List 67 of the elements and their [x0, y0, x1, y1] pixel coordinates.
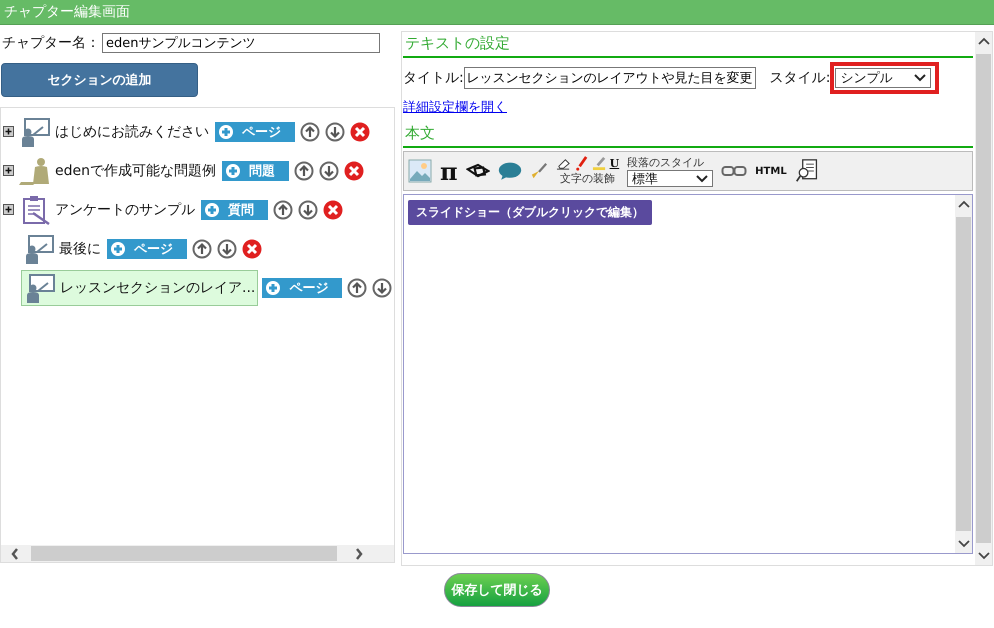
chevron-down-icon: [914, 74, 926, 82]
eraser-icon[interactable]: [556, 156, 571, 171]
section-item[interactable]: アンケートのサンプル: [17, 192, 197, 226]
title-label: タイトル:: [403, 69, 464, 87]
scroll-left-icon[interactable]: [11, 548, 19, 560]
scroll-down-icon[interactable]: [958, 540, 970, 548]
expand-icon[interactable]: [3, 204, 14, 215]
pen-icon[interactable]: [574, 156, 589, 171]
section-item[interactable]: edenで作成可能な問題例: [17, 154, 218, 188]
pi-button[interactable]: π: [440, 156, 458, 186]
move-up-icon[interactable]: [294, 160, 314, 180]
chain-link-icon[interactable]: [721, 164, 748, 178]
plus-circle-icon: [204, 202, 220, 218]
section-title: レッスンセクションのレイア...: [60, 278, 256, 296]
chapter-name-field[interactable]: edenサンプルコンテンツ: [102, 33, 380, 53]
section-item[interactable]: レッスンセクションのレイア...: [21, 270, 258, 306]
section-title: はじめにお読みください: [55, 122, 209, 140]
move-up-icon[interactable]: [347, 278, 368, 298]
move-down-icon[interactable]: [217, 238, 237, 258]
move-down-icon[interactable]: [372, 278, 392, 298]
delete-icon[interactable]: [344, 160, 364, 180]
title-field[interactable]: レッスンセクションのレイアウトや見た目を変更: [464, 67, 756, 89]
chevron-down-icon: [696, 174, 708, 182]
move-up-icon[interactable]: [300, 122, 320, 142]
move-up-icon[interactable]: [192, 238, 212, 258]
move-down-icon[interactable]: [325, 122, 345, 142]
chapter-name-label: チャプター名：: [2, 34, 100, 52]
paragraph-style-label: 段落のスタイル: [627, 155, 706, 170]
slideshow-button[interactable]: スライドショー（ダブルクリックで編集）: [408, 200, 652, 225]
brush-icon[interactable]: [530, 162, 548, 180]
window-title: チャプター編集画面: [4, 4, 130, 20]
move-up-icon[interactable]: [273, 200, 293, 220]
add-section-button[interactable]: セクションの追加: [1, 63, 198, 97]
editor-scrollbar[interactable]: [955, 195, 972, 553]
delete-icon[interactable]: [323, 200, 343, 220]
underline-button[interactable]: U: [610, 157, 620, 170]
scroll-right-icon[interactable]: [355, 548, 363, 560]
expand-icon[interactable]: [3, 165, 14, 176]
delete-icon[interactable]: [242, 238, 262, 258]
section-title: 最後に: [59, 240, 101, 258]
style-dropdown[interactable]: シンプル: [835, 68, 932, 88]
preview-icon[interactable]: [794, 159, 819, 183]
section-item[interactable]: はじめにお読みください: [17, 114, 211, 148]
move-down-icon[interactable]: [319, 160, 339, 180]
details-link[interactable]: 詳細設定欄を開く: [403, 98, 507, 116]
panel-scrollbar[interactable]: [975, 32, 992, 565]
style-label: スタイル:: [770, 69, 830, 87]
text-decoration-label: 文字の装飾: [560, 171, 615, 186]
scroll-up-icon[interactable]: [958, 200, 970, 208]
delete-icon[interactable]: [350, 122, 370, 142]
plus-circle-icon: [225, 162, 241, 178]
section-item[interactable]: 最後に: [21, 232, 103, 266]
body-editor[interactable]: スライドショー（ダブルクリックで編集）: [403, 194, 973, 554]
plus-circle-icon: [218, 124, 234, 140]
paragraph-style-dropdown[interactable]: 標準: [627, 170, 714, 187]
horizontal-scrollbar[interactable]: [1, 545, 394, 562]
section-heading: テキストの設定: [403, 32, 973, 58]
html-button[interactable]: HTML: [755, 166, 787, 176]
plus-circle-icon: [110, 240, 126, 256]
expand-icon[interactable]: [3, 126, 14, 137]
move-down-icon[interactable]: [298, 200, 318, 220]
section-title: アンケートのサンプル: [55, 200, 195, 218]
scroll-up-icon[interactable]: [978, 37, 990, 45]
section-title: edenで作成可能な問題例: [55, 162, 216, 180]
plus-circle-icon: [265, 280, 282, 296]
section-heading: 本文: [403, 122, 973, 148]
scroll-down-icon[interactable]: [978, 552, 990, 560]
